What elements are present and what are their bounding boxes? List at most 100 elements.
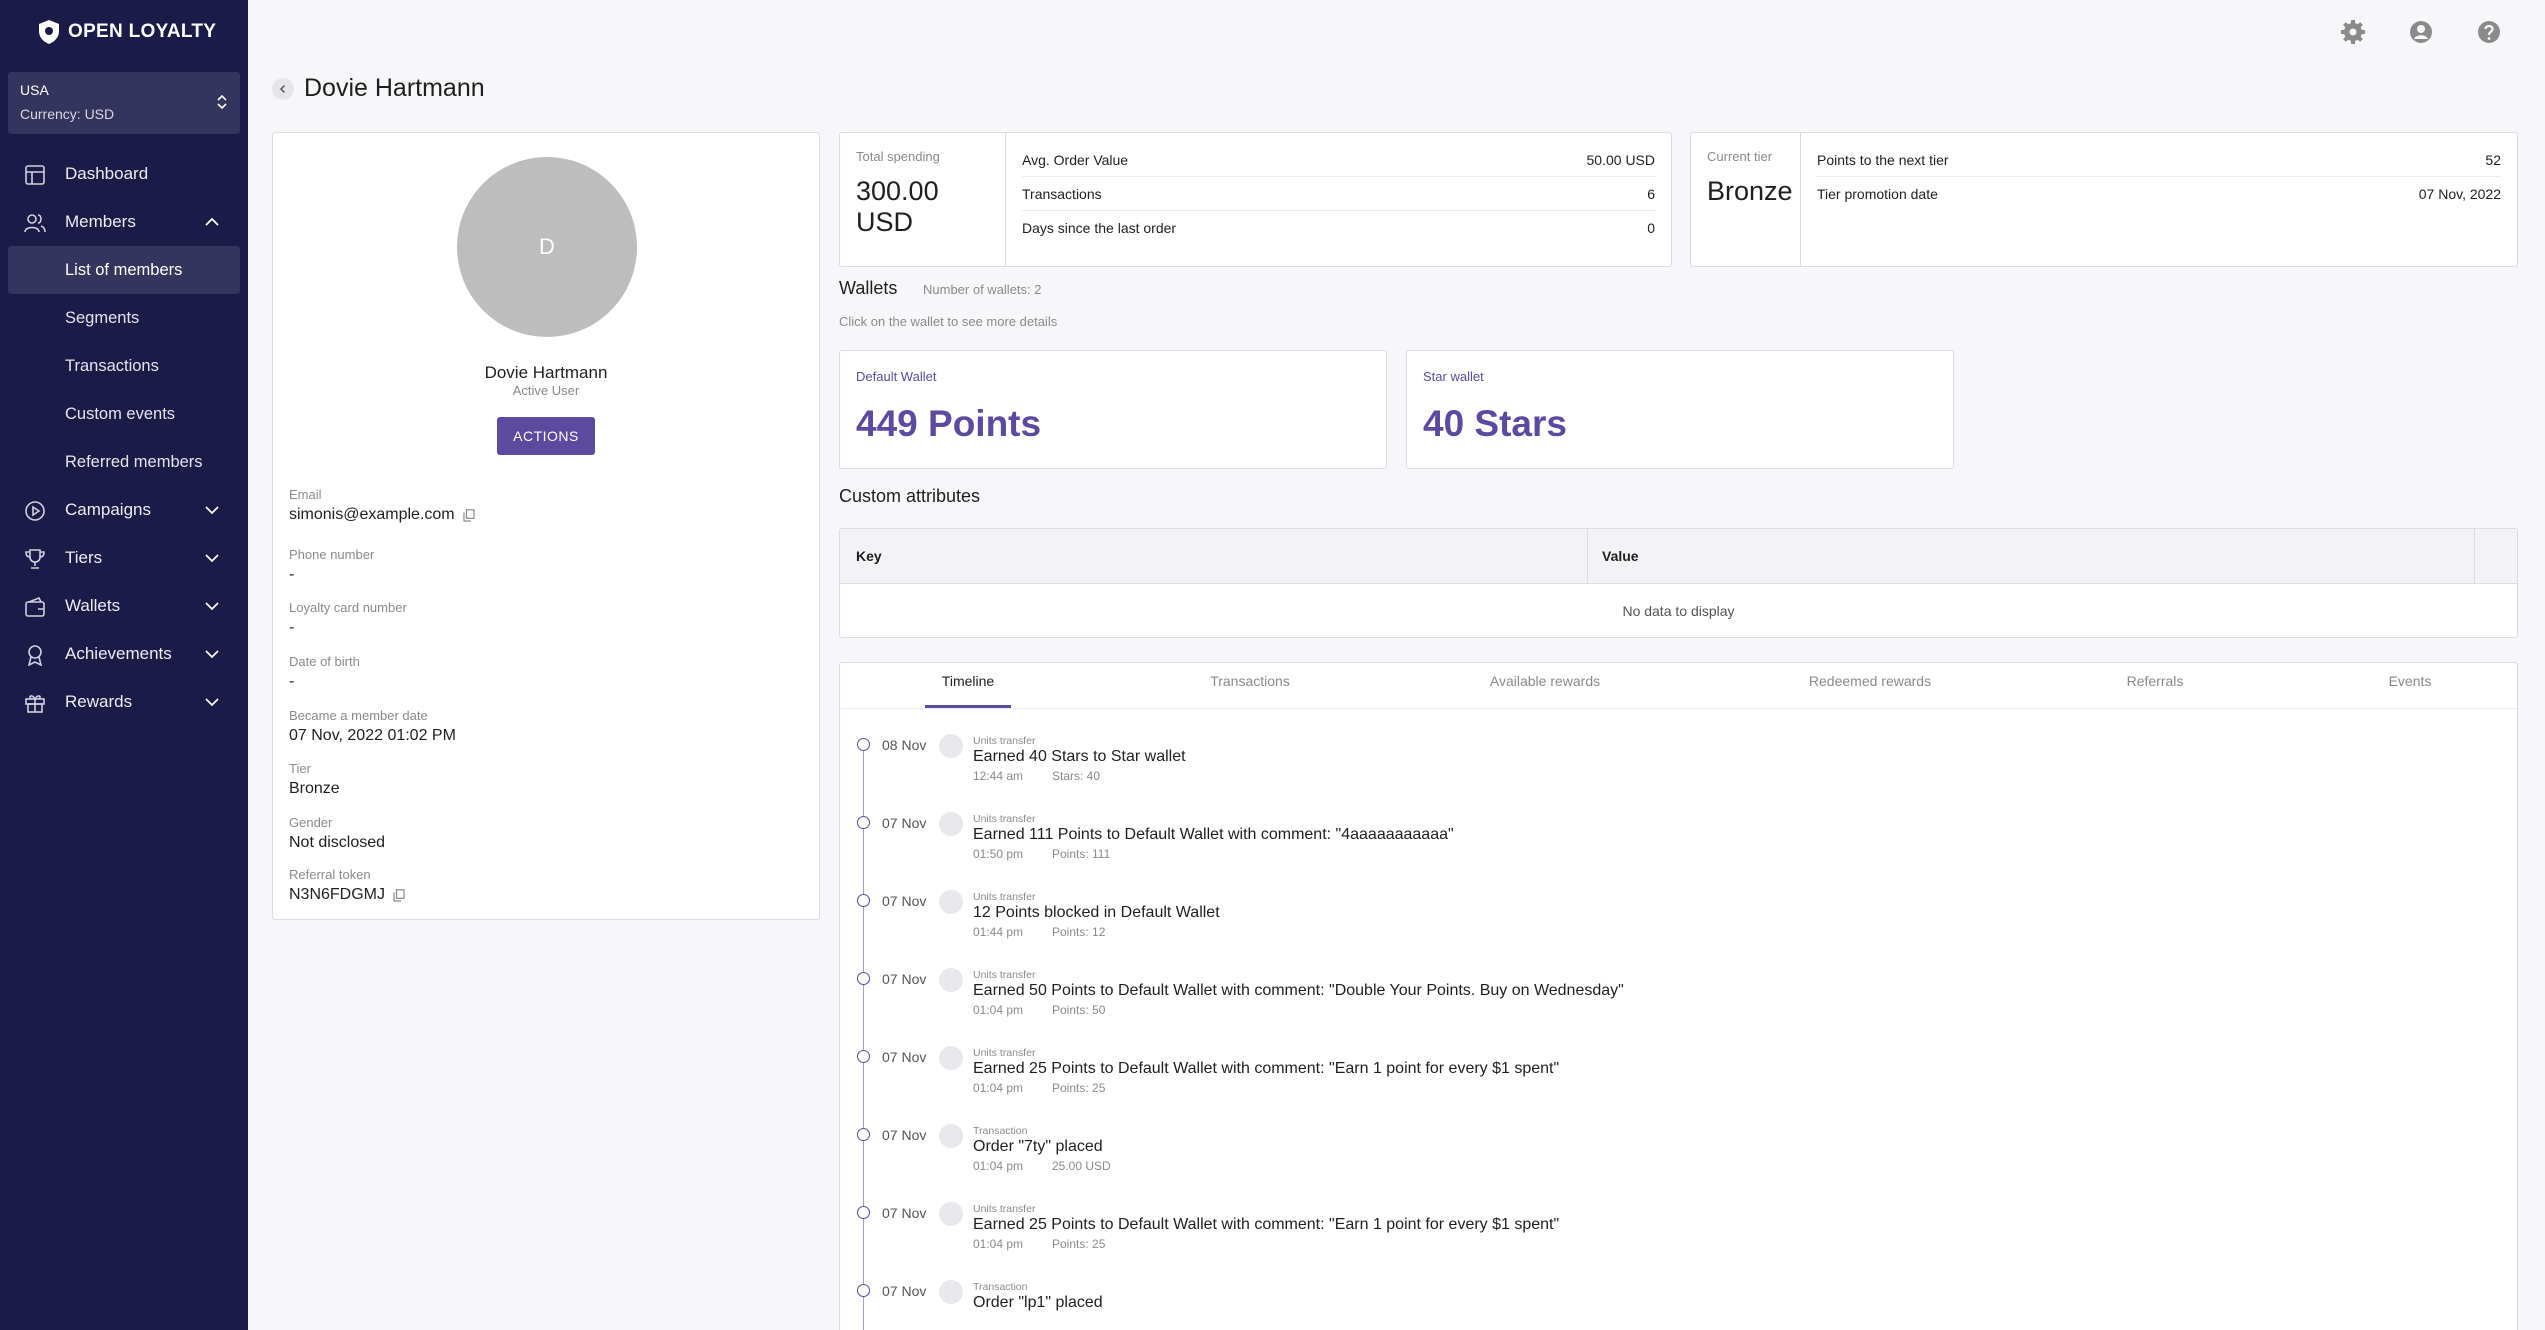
back-button[interactable] (272, 77, 294, 100)
tier-label: Tier (289, 761, 311, 776)
wallet-value: 449 Points (856, 403, 1042, 444)
unfold-icon (217, 94, 227, 110)
nav-tiers[interactable]: Tiers (0, 534, 248, 582)
stat-value: 6 (1647, 185, 1655, 202)
dob-field: Date of birth - (289, 654, 360, 691)
spending-stat-rows: Avg. Order Value 50.00 USD Transactions … (1006, 143, 1671, 245)
tab-referrals[interactable]: Referrals (2105, 673, 2205, 689)
top-bar (248, 0, 2545, 64)
timeline-time: 01:44 pm (973, 925, 1024, 939)
stat-label: Transactions (1022, 185, 1102, 202)
nav-wallets[interactable]: Wallets (0, 582, 248, 630)
sidebar-item-segments[interactable]: Segments (8, 294, 240, 342)
timeline-type: Units transfer (973, 891, 1036, 903)
copy-icon[interactable] (463, 508, 475, 522)
timeline-date: 07 Nov (882, 1283, 927, 1299)
timeline-item[interactable]: 07 Nov Transaction Order "7ty" placed 01… (840, 1123, 2517, 1201)
current-tier-label: Current tier (1707, 149, 1773, 164)
tab-events[interactable]: Events (2370, 673, 2450, 689)
phone-value: - (289, 566, 295, 583)
tab-timeline[interactable]: Timeline (925, 673, 1011, 689)
empty-state: No data to display (1622, 603, 1735, 619)
value-column-header[interactable]: Value (1602, 548, 1639, 564)
sidebar-item-list-of-members[interactable]: List of members (8, 246, 240, 294)
chevron-up-icon (205, 217, 219, 226)
timeline-item[interactable]: 07 Nov Units transfer Earned 25 Points t… (840, 1201, 2517, 1279)
tier-stats-card: Current tier Bronze Points to the next t… (1690, 132, 2518, 267)
timeline-date: 07 Nov (882, 1049, 927, 1065)
brand-name: OPEN LOYALTY (68, 21, 217, 42)
timeline-title: Earned 40 Stars to Star wallet (973, 748, 1186, 765)
timeline-dot (857, 1128, 870, 1141)
phone-field: Phone number - (289, 547, 374, 584)
stat-row: Transactions 6 (1022, 177, 1655, 211)
tab-redeemed-rewards[interactable]: Redeemed rewards (1785, 673, 1955, 689)
region-selector[interactable]: USA Currency: USD (8, 72, 240, 134)
nav-rewards[interactable]: Rewards (0, 678, 248, 726)
custom-attributes-table: Key Value No data to display (839, 528, 2518, 638)
spending-stats-card: Total spending 300.00 USD Avg. Order Val… (839, 132, 1672, 267)
timeline-type: Units transfer (973, 735, 1036, 747)
chevron-down-icon (205, 506, 219, 515)
loyalty-card-label: Loyalty card number (289, 600, 407, 615)
sidebar-item-referred-members[interactable]: Referred members (8, 438, 240, 486)
timeline-item[interactable]: 07 Nov Units transfer Earned 25 Points t… (840, 1045, 2517, 1123)
page-header: Dovie Hartmann (272, 74, 485, 103)
sidebar-item-custom-events[interactable]: Custom events (8, 390, 240, 438)
nav-dashboard[interactable]: Dashboard (0, 150, 248, 198)
timeline-item[interactable]: 07 Nov Units transfer Earned 50 Points t… (840, 967, 2517, 1045)
referral-token-value: N3N6FDGMJ (289, 886, 386, 903)
trophy-icon (25, 549, 45, 569)
star-wallet-card[interactable]: Star wallet 40 Stars (1406, 350, 1954, 469)
actions-button[interactable]: ACTIONS (497, 417, 595, 455)
cart-icon (939, 1124, 963, 1148)
activity-tabs: Timeline Transactions Available rewards … (840, 663, 2517, 709)
timeline-item[interactable]: 07 Nov Units transfer 12 Points blocked … (840, 889, 2517, 967)
tab-transactions[interactable]: Transactions (1190, 673, 1310, 689)
stat-value: 52 (2485, 151, 2501, 168)
help-icon[interactable] (2476, 19, 2502, 45)
nav-campaigns[interactable]: Campaigns (0, 486, 248, 534)
brand-logo[interactable]: OPEN LOYALTY (0, 0, 248, 64)
stat-row: Points to the next tier 52 (1817, 143, 2501, 177)
default-wallet-card[interactable]: Default Wallet 449 Points (839, 350, 1387, 469)
nav-achievements[interactable]: Achievements (0, 630, 248, 678)
account-icon[interactable] (2408, 19, 2434, 45)
medal-icon (27, 645, 43, 666)
tab-available-rewards[interactable]: Available rewards (1470, 673, 1620, 689)
gender-value: Not disclosed (289, 834, 386, 851)
member-since-value: 07 Nov, 2022 01:02 PM (289, 727, 456, 744)
dob-label: Date of birth (289, 654, 360, 669)
settings-gear-icon[interactable] (2340, 19, 2366, 45)
loyalty-card-value: - (289, 619, 295, 636)
key-column-header[interactable]: Key (856, 548, 882, 564)
copy-icon[interactable] (393, 888, 405, 902)
gift-icon (25, 695, 45, 713)
chevron-down-icon (205, 698, 219, 707)
timeline-time: 01:04 pm (973, 1003, 1024, 1017)
transfer-icon (939, 812, 963, 836)
nav-dashboard-label: Dashboard (65, 164, 149, 183)
timeline-item[interactable]: 07 Nov Transaction Order "lp1" placed (840, 1279, 2517, 1330)
stat-label: Avg. Order Value (1022, 151, 1129, 168)
total-spending: Total spending 300.00 USD (840, 133, 1006, 266)
sidebar-item-transactions[interactable]: Transactions (8, 342, 240, 390)
page-title: Dovie Hartmann (304, 74, 485, 102)
referral-token-label: Referral token (289, 867, 371, 882)
loyalty-card-field: Loyalty card number - (289, 600, 407, 637)
phone-label: Phone number (289, 547, 375, 562)
stat-label: Tier promotion date (1817, 186, 1938, 202)
timeline-item[interactable]: 07 Nov Units transfer Earned 111 Points … (840, 811, 2517, 889)
main-content: Dovie Hartmann D Dovie Hartmann Active U… (248, 64, 2545, 1330)
nav-members[interactable]: Members (0, 198, 248, 246)
timeline-time: 01:50 pm (973, 847, 1024, 861)
timeline-date: 07 Nov (882, 815, 927, 831)
timeline-item[interactable]: 08 Nov Units transfer Earned 40 Stars to… (840, 733, 2517, 811)
active-tab-indicator (925, 705, 1011, 708)
member-profile-card: D Dovie Hartmann Active User ACTIONS Ema… (272, 132, 820, 920)
sidebar: OPEN LOYALTY USA Currency: USD Dashboard… (0, 0, 248, 1330)
gender-label: Gender (289, 815, 333, 830)
timeline-dot (857, 816, 870, 829)
wallets-count: Number of wallets: 2 (923, 282, 1042, 297)
dob-value: - (289, 673, 295, 690)
